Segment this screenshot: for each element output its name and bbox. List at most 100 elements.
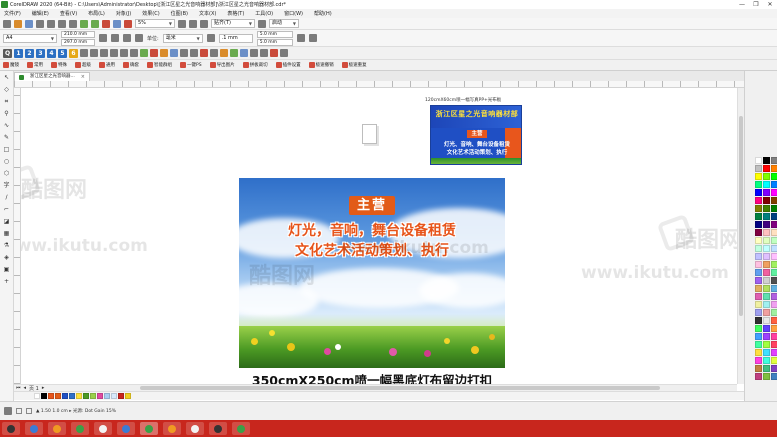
polygon-tool-icon[interactable]: ⬡ bbox=[2, 170, 11, 178]
palette-swatch[interactable] bbox=[755, 237, 762, 244]
outline-indicator[interactable] bbox=[26, 408, 32, 414]
palette-swatch[interactable] bbox=[771, 237, 777, 244]
palette-swatch[interactable] bbox=[755, 269, 762, 276]
align-right-icon[interactable] bbox=[100, 49, 108, 57]
palette-swatch[interactable] bbox=[763, 157, 770, 164]
palette-swatch[interactable] bbox=[763, 293, 770, 300]
palette-swatch[interactable] bbox=[755, 229, 762, 236]
palette-swatch[interactable] bbox=[771, 317, 777, 324]
smart-fill-icon[interactable]: ▣ bbox=[2, 266, 11, 274]
shadow-tool-icon[interactable]: ◪ bbox=[2, 218, 11, 226]
palette-swatch[interactable] bbox=[755, 173, 762, 180]
palette-swatch[interactable] bbox=[771, 165, 777, 172]
taskbar-app-7[interactable] bbox=[163, 422, 181, 435]
treat-as-filled-icon[interactable] bbox=[296, 34, 305, 42]
paste-icon[interactable] bbox=[69, 19, 77, 28]
palette-swatch[interactable] bbox=[763, 237, 770, 244]
menu-text[interactable]: 文本(X) bbox=[199, 10, 216, 17]
taskbar-app-4[interactable] bbox=[94, 422, 112, 435]
palette-swatch[interactable] bbox=[755, 373, 762, 380]
plugin-imposition-cut[interactable]: 拼板裁切 bbox=[242, 62, 268, 68]
plugin-4-button[interactable]: 4 bbox=[47, 48, 56, 58]
palette-swatch[interactable] bbox=[771, 157, 777, 164]
palette-swatch[interactable] bbox=[755, 277, 762, 284]
palette-swatch[interactable] bbox=[755, 205, 762, 212]
menu-help[interactable]: 帮助(H) bbox=[314, 10, 332, 17]
palette-swatch[interactable] bbox=[771, 325, 777, 332]
nudge-distance-field[interactable]: .1 mm bbox=[218, 33, 253, 43]
palette-swatch[interactable] bbox=[763, 341, 770, 348]
text-tool-icon[interactable]: 字 bbox=[2, 182, 11, 190]
plugin-6-button[interactable]: 6 bbox=[69, 48, 78, 58]
menu-object[interactable]: 对象(J) bbox=[116, 10, 131, 17]
document-palette-swatch[interactable] bbox=[125, 393, 131, 399]
snap-to-dropdown[interactable]: 贴齐(T) ▼ bbox=[211, 19, 255, 28]
plugin-general[interactable]: 通用 bbox=[99, 62, 115, 68]
intersect-icon[interactable] bbox=[190, 49, 198, 57]
menu-window[interactable]: 窗口(W) bbox=[284, 10, 303, 17]
group-icon[interactable] bbox=[140, 49, 148, 57]
shape-tool-icon[interactable]: ◇ bbox=[2, 86, 11, 94]
palette-swatch[interactable] bbox=[755, 285, 762, 292]
taskbar-app-2[interactable] bbox=[48, 422, 66, 435]
document-palette-swatch[interactable] bbox=[55, 393, 61, 399]
palette-swatch[interactable] bbox=[771, 205, 777, 212]
palette-swatch[interactable] bbox=[755, 317, 762, 324]
menu-layout[interactable]: 布局(L) bbox=[88, 10, 105, 17]
menu-bitmaps[interactable]: 位图(B) bbox=[171, 10, 188, 17]
palette-swatch[interactable] bbox=[755, 221, 762, 228]
document-palette-swatch[interactable] bbox=[34, 393, 40, 399]
transparency-tool-icon[interactable]: ▦ bbox=[2, 230, 11, 238]
close-tab-icon[interactable]: × bbox=[81, 73, 85, 81]
palette-swatch[interactable] bbox=[763, 357, 770, 364]
palette-swatch[interactable] bbox=[763, 173, 770, 180]
menu-view[interactable]: 查看(V) bbox=[60, 10, 77, 17]
landscape-icon[interactable] bbox=[111, 34, 119, 42]
menu-tools[interactable]: 工具(O) bbox=[255, 10, 273, 17]
palette-swatch[interactable] bbox=[755, 333, 762, 340]
palette-swatch[interactable] bbox=[755, 325, 762, 332]
connector-tool-icon[interactable]: ⌐ bbox=[2, 206, 11, 214]
palette-swatch[interactable] bbox=[755, 301, 762, 308]
paper-size-select[interactable]: A4 ▼ bbox=[3, 33, 57, 43]
taskbar-app-5[interactable] bbox=[117, 422, 135, 435]
palette-swatch[interactable] bbox=[763, 221, 770, 228]
pick-tool-icon[interactable]: ↖ bbox=[2, 74, 11, 82]
maximize-button[interactable]: ❐ bbox=[749, 0, 763, 9]
plugin-smart-group[interactable]: 智能群组 bbox=[147, 62, 172, 68]
new-document-icon[interactable] bbox=[3, 19, 11, 28]
palette-swatch[interactable] bbox=[771, 213, 777, 220]
document-palette-swatch[interactable] bbox=[48, 393, 54, 399]
plugin-super[interactable]: 超级 bbox=[75, 62, 91, 68]
palette-swatch[interactable] bbox=[763, 277, 770, 284]
palette-swatch[interactable] bbox=[771, 285, 777, 292]
palette-swatch[interactable] bbox=[755, 349, 762, 356]
palette-swatch[interactable] bbox=[771, 357, 777, 364]
palette-swatch[interactable] bbox=[771, 181, 777, 188]
copy-icon[interactable] bbox=[58, 19, 66, 28]
export-icon[interactable] bbox=[113, 19, 121, 28]
plugin-common[interactable]: 常用 bbox=[27, 62, 43, 68]
options-gear-icon[interactable] bbox=[258, 19, 266, 28]
vertical-scrollbar[interactable] bbox=[737, 88, 744, 384]
palette-swatch[interactable] bbox=[771, 301, 777, 308]
full-screen-icon[interactable] bbox=[178, 19, 186, 28]
taskbar-app-1[interactable] bbox=[25, 422, 43, 435]
document-palette-swatch[interactable] bbox=[41, 393, 47, 399]
palette-swatch[interactable] bbox=[771, 373, 777, 380]
palette-swatch[interactable] bbox=[771, 261, 777, 268]
launch-dropdown[interactable]: 启动 ▼ bbox=[269, 19, 299, 28]
palette-swatch[interactable] bbox=[771, 309, 777, 316]
palette-swatch[interactable] bbox=[763, 309, 770, 316]
document-palette-swatch[interactable] bbox=[104, 393, 110, 399]
palette-swatch[interactable] bbox=[771, 229, 777, 236]
plugin-one-click-ps[interactable]: 一键PS bbox=[180, 62, 202, 68]
palette-swatch[interactable] bbox=[763, 365, 770, 372]
palette-swatch[interactable] bbox=[763, 301, 770, 308]
plugin-2-button[interactable]: 2 bbox=[25, 48, 34, 58]
palette-swatch[interactable] bbox=[763, 197, 770, 204]
palette-swatch[interactable] bbox=[763, 189, 770, 196]
palette-swatch[interactable] bbox=[755, 165, 762, 172]
document-palette-swatch[interactable] bbox=[83, 393, 89, 399]
palette-swatch[interactable] bbox=[763, 245, 770, 252]
